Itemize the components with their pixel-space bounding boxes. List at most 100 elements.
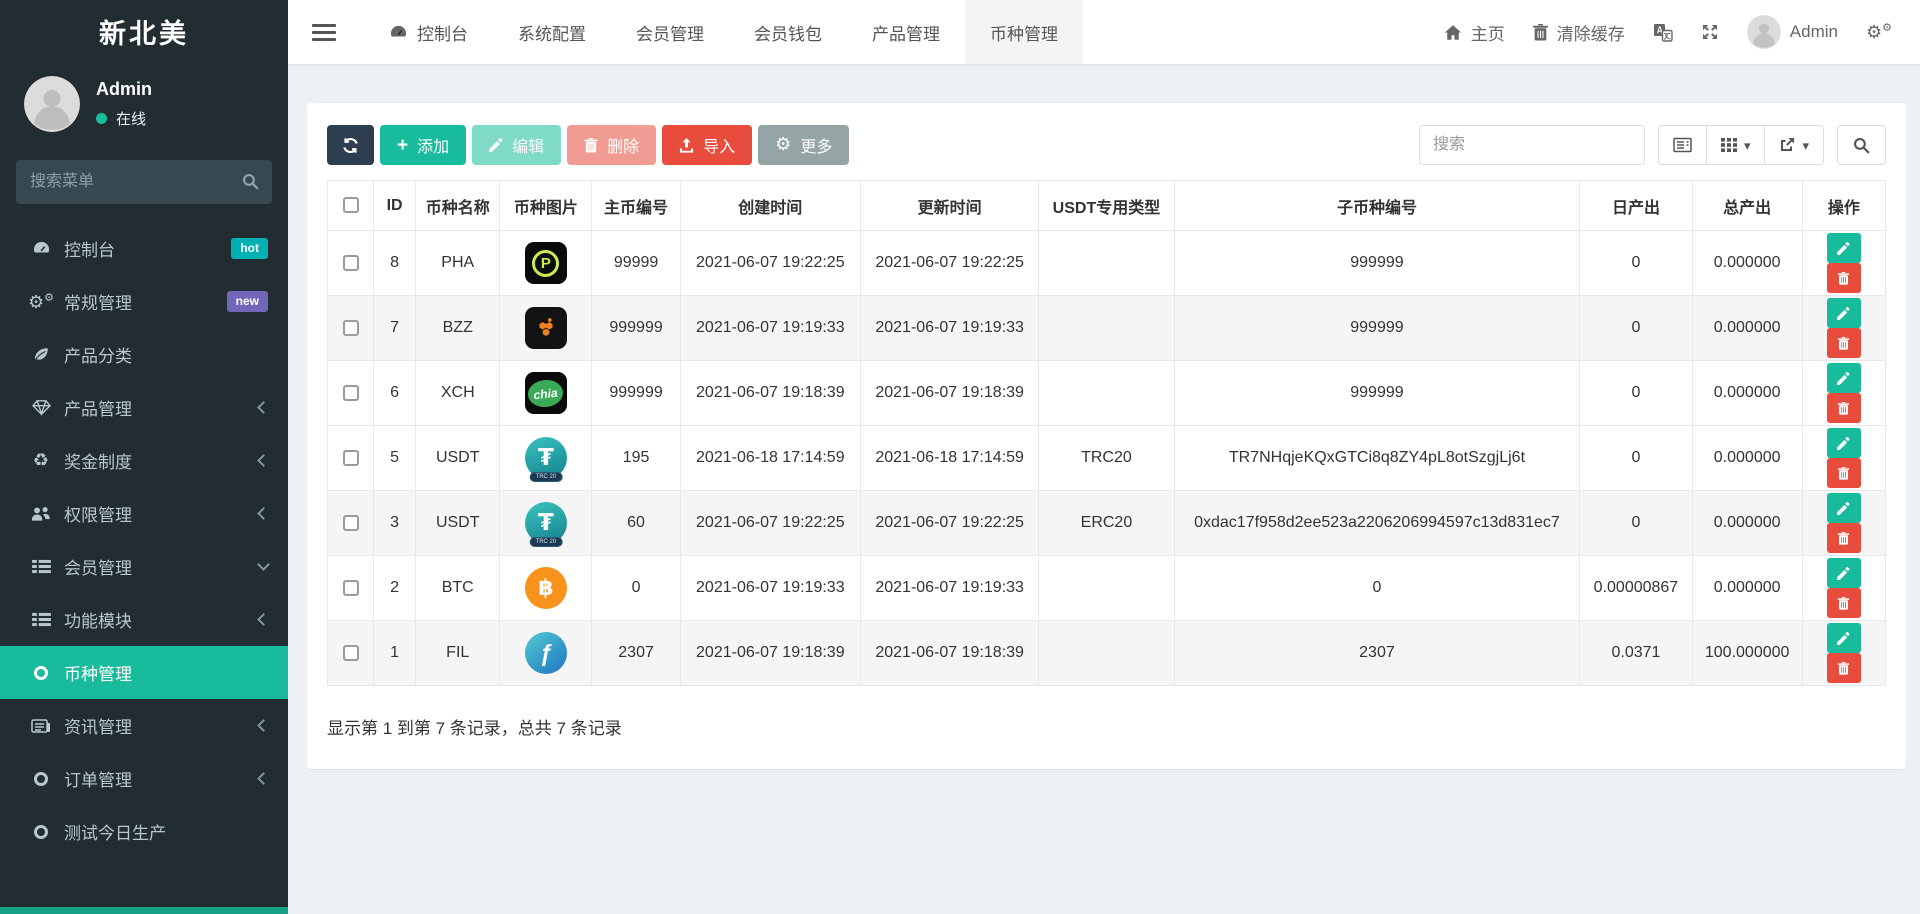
table-search-input[interactable] <box>1419 125 1645 165</box>
sidebar-item-label: 测试今日生产 <box>64 819 166 844</box>
fullscreen-button[interactable] <box>1701 23 1719 41</box>
row-edit-button[interactable] <box>1827 233 1861 263</box>
translate-icon <box>1653 23 1673 42</box>
pencil-icon <box>1837 242 1850 255</box>
row-delete-button[interactable] <box>1827 263 1861 293</box>
pencil-icon <box>1837 632 1850 645</box>
refresh-icon <box>342 137 359 154</box>
export-dropdown-button[interactable]: ▾ <box>1764 125 1824 165</box>
cell-id: 8 <box>374 231 416 296</box>
nav-tab-system-config[interactable]: 系统配置 <box>493 0 611 64</box>
cell-daily-output: 0 <box>1580 426 1692 491</box>
row-edit-button[interactable] <box>1827 428 1861 458</box>
row-checkbox[interactable] <box>343 450 359 466</box>
refresh-button[interactable] <box>327 125 374 165</box>
cell-usdt-type: ERC20 <box>1039 491 1174 556</box>
home-link[interactable]: 主页 <box>1444 20 1505 45</box>
row-checkbox[interactable] <box>343 320 359 336</box>
select-all-header <box>328 181 374 231</box>
row-edit-button[interactable] <box>1827 623 1861 653</box>
trash-icon <box>1533 24 1548 41</box>
nav-tab-dashboard[interactable]: 控制台 <box>364 0 493 64</box>
table-row: 7BZZ9999992021-06-07 19:19:332021-06-07 … <box>328 296 1886 361</box>
search-icon[interactable] <box>242 173 259 195</box>
row-checkbox[interactable] <box>343 515 359 531</box>
detail-view-button[interactable] <box>1658 125 1707 165</box>
cell-coin-name: BZZ <box>416 296 500 361</box>
sidebar-item-news[interactable]: 资讯管理 <box>0 699 288 752</box>
sidebar-item-orders[interactable]: 订单管理 <box>0 752 288 805</box>
cell-coin-name: USDT <box>416 491 500 556</box>
delete-label: 删除 <box>607 133 639 157</box>
nav-tab-wallets[interactable]: 会员钱包 <box>729 0 847 64</box>
row-delete-button[interactable] <box>1827 588 1861 618</box>
cell-coin-image: chia <box>500 361 592 426</box>
row-delete-button[interactable] <box>1827 653 1861 683</box>
cell-created: 2021-06-07 19:19:33 <box>680 556 860 621</box>
sidebar-item-members[interactable]: 会员管理 <box>0 540 288 593</box>
row-edit-button[interactable] <box>1827 493 1861 523</box>
edit-button[interactable]: 编辑 <box>472 125 561 165</box>
sidebar-item-general[interactable]: ⚙⚙常规管理new <box>0 275 288 328</box>
more-button[interactable]: ⚙ 更多 <box>758 125 849 165</box>
row-delete-button[interactable] <box>1827 328 1861 358</box>
row-delete-button[interactable] <box>1827 393 1861 423</box>
import-button[interactable]: 导入 <box>662 125 752 165</box>
navbar-right: 主页 清除缓存 Admin ⚙⚙ <box>1444 0 1920 64</box>
chevron-left-icon <box>257 507 270 520</box>
navbar-user[interactable]: Admin <box>1747 15 1838 49</box>
recycle-icon: ♻ <box>28 452 54 470</box>
clear-cache-link[interactable]: 清除缓存 <box>1533 20 1625 45</box>
row-checkbox[interactable] <box>343 580 359 596</box>
list-icon <box>28 559 54 574</box>
sidebar-item-coins[interactable]: 币种管理 <box>0 646 288 699</box>
row-checkbox[interactable] <box>343 255 359 271</box>
delete-button[interactable]: 删除 <box>567 125 656 165</box>
trash-icon <box>1837 532 1850 545</box>
pencil-icon <box>1837 502 1850 515</box>
row-delete-button[interactable] <box>1827 523 1861 553</box>
sidebar-item-product-manage[interactable]: 产品管理 <box>0 381 288 434</box>
cell-created: 2021-06-07 19:19:33 <box>680 296 860 361</box>
add-button[interactable]: + 添加 <box>380 125 466 165</box>
sidebar-item-modules[interactable]: 功能模块 <box>0 593 288 646</box>
list-icon <box>28 612 54 627</box>
caret-down-icon: ▾ <box>1744 139 1751 152</box>
edit-label: 编辑 <box>512 133 544 157</box>
content: + 添加 编辑 删除 导入 <box>288 64 1920 914</box>
select-all-checkbox[interactable] <box>343 197 359 213</box>
nav-tab-coins[interactable]: 币种管理 <box>965 0 1083 64</box>
nav-tab-products[interactable]: 产品管理 <box>847 0 965 64</box>
row-checkbox[interactable] <box>343 645 359 661</box>
row-delete-button[interactable] <box>1827 458 1861 488</box>
row-checkbox[interactable] <box>343 385 359 401</box>
sidebar-item-dashboard[interactable]: 控制台hot <box>0 222 288 275</box>
search-button[interactable] <box>1837 125 1886 165</box>
translate-button[interactable] <box>1653 23 1673 42</box>
cell-id: 7 <box>374 296 416 361</box>
leaf-icon <box>28 346 54 364</box>
nav-tab-members[interactable]: 会员管理 <box>611 0 729 64</box>
cell-sub-no: TR7NHqjeKQxGTCi8q8ZY4pL8otSzgjLj6t <box>1174 426 1580 491</box>
hamburger-icon[interactable] <box>312 0 336 64</box>
table-row: 5USDT₮TRC 201952021-06-18 17:14:592021-0… <box>328 426 1886 491</box>
sidebar-search-input[interactable] <box>16 160 272 204</box>
nav-tab-label: 系统配置 <box>518 20 586 45</box>
row-edit-button[interactable] <box>1827 558 1861 588</box>
settings-cogs-button[interactable]: ⚙⚙ <box>1866 22 1892 42</box>
cell-usdt-type <box>1039 621 1174 686</box>
table-toolbar: + 添加 编辑 删除 导入 <box>327 125 1886 165</box>
cell-total-output: 0.000000 <box>1692 426 1802 491</box>
columns-dropdown-button[interactable]: ▾ <box>1706 125 1766 165</box>
cell-updated: 2021-06-07 19:22:25 <box>860 491 1038 556</box>
cell-daily-output: 0.00000867 <box>1580 556 1692 621</box>
sidebar-item-product-category[interactable]: 产品分类 <box>0 328 288 381</box>
sidebar-item-test-today[interactable]: 测试今日生产 <box>0 805 288 858</box>
row-edit-button[interactable] <box>1827 298 1861 328</box>
column-header-8: 日产出 <box>1580 181 1692 231</box>
sidebar-item-bonus-system[interactable]: ♻奖金制度 <box>0 434 288 487</box>
cell-id: 1 <box>374 621 416 686</box>
sidebar-item-permissions[interactable]: 权限管理 <box>0 487 288 540</box>
row-edit-button[interactable] <box>1827 363 1861 393</box>
cell-created: 2021-06-18 17:14:59 <box>680 426 860 491</box>
